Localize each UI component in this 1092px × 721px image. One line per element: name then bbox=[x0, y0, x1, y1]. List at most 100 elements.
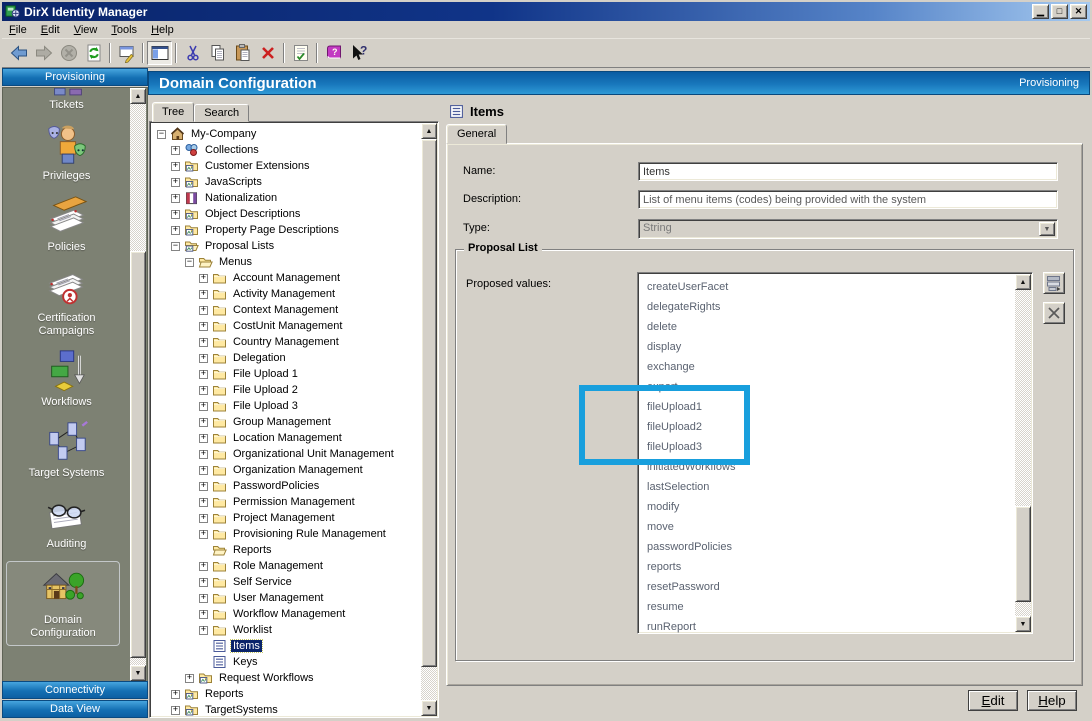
title-bar[interactable]: DirX Identity Manager ▁□✕ bbox=[2, 2, 1090, 21]
tree-node-label[interactable]: Request Workflows bbox=[217, 672, 316, 684]
delete-value-button[interactable] bbox=[1043, 302, 1065, 324]
expand-icon[interactable]: + bbox=[199, 418, 208, 427]
scrollbar-thumb[interactable] bbox=[421, 139, 437, 667]
sidebar-item-domain-configuration[interactable]: Domain Configuration bbox=[6, 561, 120, 646]
cut-button[interactable] bbox=[180, 41, 205, 65]
sidebar-item-target-systems[interactable]: Target Systems bbox=[3, 419, 130, 480]
sidebar-item-auditing[interactable]: Auditing bbox=[3, 490, 130, 551]
tree-node-label[interactable]: Location Management bbox=[231, 432, 344, 444]
list-item[interactable]: runReport bbox=[640, 617, 1012, 634]
expand-icon[interactable]: + bbox=[199, 290, 208, 299]
list-item[interactable]: passwordPolicies bbox=[640, 537, 1012, 557]
sidebar-item-privileges[interactable]: Privileges bbox=[3, 122, 130, 183]
sidebar-footer-dataview[interactable]: Data View bbox=[2, 700, 148, 718]
tree-node-label[interactable]: Reports bbox=[203, 688, 246, 700]
tab-general[interactable]: General bbox=[446, 124, 507, 144]
tree-node-label[interactable]: Self Service bbox=[231, 576, 294, 588]
list-item[interactable]: delegateRights bbox=[640, 297, 1012, 317]
menu-help[interactable]: Help bbox=[144, 22, 181, 38]
tree-node-label[interactable]: Worklist bbox=[231, 624, 274, 636]
sidebar-scrollbar[interactable]: ▲ ▼ bbox=[130, 88, 146, 681]
list-item[interactable]: fileUpload3 bbox=[640, 437, 1012, 457]
tree-node-label[interactable]: File Upload 3 bbox=[231, 400, 300, 412]
panel-toggle-button[interactable] bbox=[147, 41, 172, 65]
expand-icon[interactable]: + bbox=[199, 562, 208, 571]
scroll-down-icon[interactable]: ▼ bbox=[130, 665, 146, 681]
paste-button[interactable] bbox=[230, 41, 255, 65]
tree-node-label[interactable]: Nationalization bbox=[203, 192, 279, 204]
tree-node-label[interactable]: Reports bbox=[231, 544, 274, 556]
menu-view[interactable]: View bbox=[67, 22, 105, 38]
list-item[interactable]: resume bbox=[640, 597, 1012, 617]
expand-icon[interactable]: + bbox=[199, 466, 208, 475]
book-button[interactable]: ? bbox=[321, 41, 346, 65]
expand-icon[interactable]: + bbox=[199, 610, 208, 619]
tree-node-label[interactable]: CostUnit Management bbox=[231, 320, 344, 332]
expand-icon[interactable]: + bbox=[199, 578, 208, 587]
list-item[interactable]: modify bbox=[640, 497, 1012, 517]
tree-node-label[interactable]: TargetSystems bbox=[203, 704, 280, 716]
scrollbar-thumb[interactable] bbox=[1015, 506, 1031, 602]
stop-button[interactable] bbox=[56, 41, 81, 65]
list-item[interactable]: initiatedWorkflows bbox=[640, 457, 1012, 477]
tree-node-label[interactable]: Property Page Descriptions bbox=[203, 224, 341, 236]
tree-node-label[interactable]: Keys bbox=[231, 656, 259, 668]
tree-scrollbar[interactable]: ▲ ▼ bbox=[421, 123, 437, 716]
tree-node-label[interactable]: Menus bbox=[217, 256, 254, 268]
expand-icon[interactable]: + bbox=[171, 210, 180, 219]
sidebar-footer-connectivity[interactable]: Connectivity bbox=[2, 681, 148, 699]
tree-node-label[interactable]: Account Management bbox=[231, 272, 342, 284]
expand-icon[interactable]: + bbox=[199, 594, 208, 603]
expand-icon[interactable]: + bbox=[199, 482, 208, 491]
listbox-scrollbar[interactable]: ▲ ▼ bbox=[1015, 274, 1031, 632]
tree-node-label[interactable]: My-Company bbox=[189, 128, 258, 140]
back-button[interactable] bbox=[6, 41, 31, 65]
context-help-button[interactable]: ? bbox=[346, 41, 371, 65]
tree-node-label[interactable]: Role Management bbox=[231, 560, 325, 572]
menu-tools[interactable]: Tools bbox=[104, 22, 144, 38]
tree-node-label[interactable]: Country Management bbox=[231, 336, 341, 348]
list-item[interactable]: exchange bbox=[640, 357, 1012, 377]
expand-icon[interactable]: + bbox=[199, 530, 208, 539]
tree-node-label[interactable]: Workflow Management bbox=[231, 608, 347, 620]
scrollbar-thumb[interactable] bbox=[130, 251, 146, 658]
tree-node-label[interactable]: Group Management bbox=[231, 416, 333, 428]
expand-icon[interactable]: + bbox=[171, 194, 180, 203]
list-item[interactable]: reports bbox=[640, 557, 1012, 577]
menu-edit[interactable]: Edit bbox=[34, 22, 67, 38]
expand-icon[interactable]: + bbox=[199, 306, 208, 315]
expand-icon[interactable]: + bbox=[171, 146, 180, 155]
expand-icon[interactable]: + bbox=[199, 626, 208, 635]
tree-node-label[interactable]: Organization Management bbox=[231, 464, 365, 476]
sidebar-header-provisioning[interactable]: Provisioning bbox=[2, 68, 148, 86]
expand-icon[interactable]: + bbox=[199, 450, 208, 459]
list-item[interactable]: createUserFacet bbox=[640, 277, 1012, 297]
tree-node-label[interactable]: Project Management bbox=[231, 512, 337, 524]
expand-icon[interactable]: + bbox=[199, 498, 208, 507]
edit-note-button[interactable] bbox=[288, 41, 313, 65]
expand-icon[interactable]: + bbox=[199, 514, 208, 523]
minimize-button[interactable]: ▁ bbox=[1032, 4, 1049, 19]
properties-button[interactable] bbox=[114, 41, 139, 65]
expand-icon[interactable]: + bbox=[171, 162, 180, 171]
close-button[interactable]: ✕ bbox=[1070, 4, 1087, 19]
expand-icon[interactable]: + bbox=[199, 338, 208, 347]
list-item[interactable]: fileUpload1 bbox=[640, 397, 1012, 417]
refresh-button[interactable] bbox=[81, 41, 106, 65]
sidebar-item-certification-campaigns[interactable]: Certification Campaigns bbox=[3, 264, 130, 338]
expand-icon[interactable]: + bbox=[185, 674, 194, 683]
tree-node-label[interactable]: Context Management bbox=[231, 304, 340, 316]
tree-node-label[interactable]: PasswordPolicies bbox=[231, 480, 321, 492]
maximize-button[interactable]: □ bbox=[1051, 4, 1068, 19]
tab-tree[interactable]: Tree bbox=[152, 102, 194, 122]
name-input[interactable] bbox=[638, 162, 1058, 181]
expand-icon[interactable]: + bbox=[199, 354, 208, 363]
tree-node-label[interactable]: Proposal Lists bbox=[203, 240, 276, 252]
copy-button[interactable] bbox=[205, 41, 230, 65]
tree-node-label[interactable]: Collections bbox=[203, 144, 261, 156]
sidebar-item-workflows[interactable]: Workflows bbox=[3, 348, 130, 409]
list-item[interactable]: resetPassword bbox=[640, 577, 1012, 597]
edit-list-button[interactable] bbox=[1043, 272, 1065, 294]
collapse-icon[interactable]: − bbox=[185, 258, 194, 267]
expand-icon[interactable]: + bbox=[171, 178, 180, 187]
